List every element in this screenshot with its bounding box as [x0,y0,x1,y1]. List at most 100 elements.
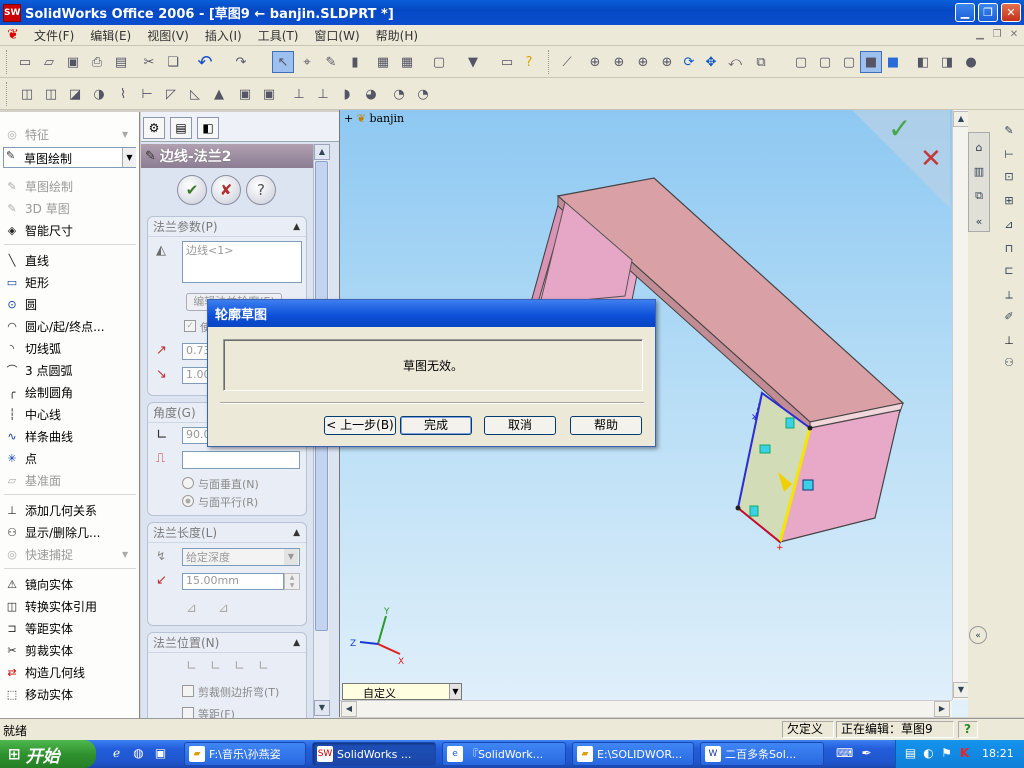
quick-tips-icon[interactable]: ? [958,721,978,738]
help-tip-icon[interactable]: ? [518,51,540,73]
perpendicular-tool-icon[interactable]: ⊥ [1000,332,1018,350]
move-entities-item[interactable]: ⬚ 移动实体 [4,684,73,704]
close-button[interactable]: ✕ [1001,3,1021,22]
base-flange-icon[interactable]: ◫ [16,83,38,105]
bend-outside-icon[interactable]: ∟ [234,659,245,674]
finish-button[interactable]: 完成 [400,416,472,435]
shaded-with-edges-icon[interactable]: ■ [860,51,882,73]
mirror-entities-item[interactable]: ⚠ 镜向实体 [4,574,73,594]
media-quicklaunch-icon[interactable]: ◍ [130,745,147,762]
file-properties-icon[interactable]: ▢ [428,51,450,73]
smart-dimension-item[interactable]: ◈ 智能尺寸 [4,220,73,240]
macro-icon[interactable]: ▼ [462,51,484,73]
pattern-tool-icon[interactable]: ⟂ [1000,286,1018,304]
reference-face-box[interactable] [182,451,300,469]
sketch-icon[interactable]: ✎ [1000,122,1018,140]
rotate-view-icon[interactable]: ⟳ [678,51,700,73]
add-relation-item[interactable]: ⊥ 添加几何关系 [4,500,97,520]
shaded-icon[interactable]: ■ [882,51,904,73]
pm-help-button[interactable]: ? [246,175,276,205]
inner-virtual-sharp-icon[interactable]: ⊿ [218,601,229,616]
toolbox-icon[interactable]: ▭ [496,51,518,73]
measure-icon[interactable]: ⟋ [556,51,578,73]
taskbar-item[interactable]: e 『SolidWork... [442,742,566,766]
end-condition-select[interactable]: 给定深度 ▼ [182,548,300,566]
rebuild-icon[interactable]: ▦ [372,51,394,73]
rectangle-item[interactable]: ▭ 矩形 [4,272,49,292]
new-icon[interactable]: ▭ [14,51,36,73]
scroll-left-icon[interactable]: ◀ [341,701,357,717]
quick-snaps-item[interactable]: ◎ 快速捕捉 ▼ [4,544,128,564]
show-relations-tool-icon[interactable]: ⚇ [1000,354,1018,372]
expand-task-pane-icon[interactable]: « [969,626,987,644]
forming-tool-icon[interactable]: ▲ [208,83,230,105]
scroll-down-icon[interactable]: ▼ [314,700,330,716]
previous-view-icon[interactable]: ⤺ [724,51,746,73]
taskbar-item[interactable]: SW SolidWorks ... [312,742,436,766]
convert-to-sheet-metal-icon[interactable]: ◔ [388,83,410,105]
construction-geometry-item[interactable]: ⇄ 构造几何线 [4,662,85,682]
offset-entities-item[interactable]: ⊐ 等距实体 [4,618,73,638]
material-outside-icon[interactable]: ∟ [210,659,221,674]
print-preview-icon[interactable]: ▤ [110,51,132,73]
trim-side-bends-checkbox[interactable] [182,685,194,697]
doc-minimize-button[interactable]: ▁ [973,29,987,41]
hem-icon[interactable]: ◑ [88,83,110,105]
sketched-bend-icon[interactable]: ⊢ [136,83,158,105]
file-explorer-icon[interactable]: ⧉ [970,187,988,205]
sketch-tab-dropdown[interactable]: ✎ 草图绘制 ▼ [3,147,136,168]
no-bends-icon[interactable]: ⊥ [312,83,334,105]
scroll-right-icon[interactable]: ▶ [934,701,950,717]
cancel-button[interactable]: 取消 [484,416,556,435]
pen-icon[interactable]: ✒ [858,745,875,762]
depth-input[interactable]: 15.00mm [182,573,284,590]
print-icon[interactable]: ⎙ [86,51,108,73]
spline-item[interactable]: ∿ 样条曲线 [4,426,73,446]
graphics-vscroll[interactable]: ▲ ▼ [952,110,968,700]
line-item[interactable]: ╲ 直线 [4,250,49,270]
grid-tool-icon[interactable]: ⊞ [1000,192,1018,210]
back-button[interactable]: < 上一步(B) [324,416,396,435]
perspective-icon[interactable]: ◧ [912,51,934,73]
start-button[interactable]: ⊞ 开始 [0,740,96,768]
fold-icon[interactable]: ▣ [258,83,280,105]
doc-restore-button[interactable]: ❐ [990,29,1004,41]
centerline-item[interactable]: ┆ 中心线 [4,404,61,424]
convert-entities-item[interactable]: ◫ 转换实体引用 [4,596,97,616]
restore-button[interactable]: ❐ [978,3,998,22]
dropdown-arrow-icon[interactable]: ▼ [122,148,136,167]
undo-icon[interactable]: ↶ [194,51,216,73]
menu-help[interactable]: 帮助(H) [368,27,426,44]
cancel-x-button[interactable]: ✘ [211,175,241,205]
configuration-manager-tab-icon[interactable]: ◧ [197,117,219,139]
select-pointer-icon[interactable]: ↖ [272,51,294,73]
volume-icon[interactable]: ◐ [920,745,937,762]
features-tab[interactable]: ◎ 特征 ▼ [4,124,128,144]
menu-view[interactable]: 视图(V) [139,27,197,44]
scroll-up-icon[interactable]: ▲ [314,144,330,160]
centerpoint-arc-item[interactable]: ◠ 圆心/起/终点... [4,316,104,336]
relation-tool-icon[interactable]: ⊿ [1000,216,1018,234]
solidworks-logo-icon[interactable]: ❦ [4,26,22,44]
rect-tool-icon[interactable]: ⊡ [1000,168,1018,186]
network-icon[interactable]: ▤ [902,745,919,762]
snap-tool-icon[interactable]: ✐ [1000,308,1018,326]
edge-flange-icon[interactable]: ◫ [40,83,62,105]
menu-edit[interactable]: 编辑(E) [82,27,139,44]
sketch-tool-icon[interactable]: ✎ [320,51,342,73]
menu-file[interactable]: 文件(F) [26,27,82,44]
parallel-radio[interactable] [182,495,194,507]
block-tool-icon[interactable]: ⊏ [1000,262,1018,280]
flatten-icon[interactable]: ⊥ [288,83,310,105]
view-orientation-dropdown[interactable]: 自定义 ▼ [342,683,462,700]
closed-corner-icon[interactable]: ◸ [160,83,182,105]
plane-item[interactable]: ▱ 基准面 [4,470,61,490]
zoom-selection-icon[interactable]: ⊕ [656,51,678,73]
miter-flange-icon[interactable]: ◪ [64,83,86,105]
doc-close-button[interactable]: ✕ [1007,29,1021,41]
options-icon[interactable]: ▦ [396,51,418,73]
display-delete-relations-item[interactable]: ⚇ 显示/删除几... [4,522,100,542]
use-default-radius-checkbox[interactable]: ✓ [184,320,196,332]
tangent-arc-item[interactable]: ◝ 切线弧 [4,338,61,358]
zoom-in-out-icon[interactable]: ⊕ [632,51,654,73]
